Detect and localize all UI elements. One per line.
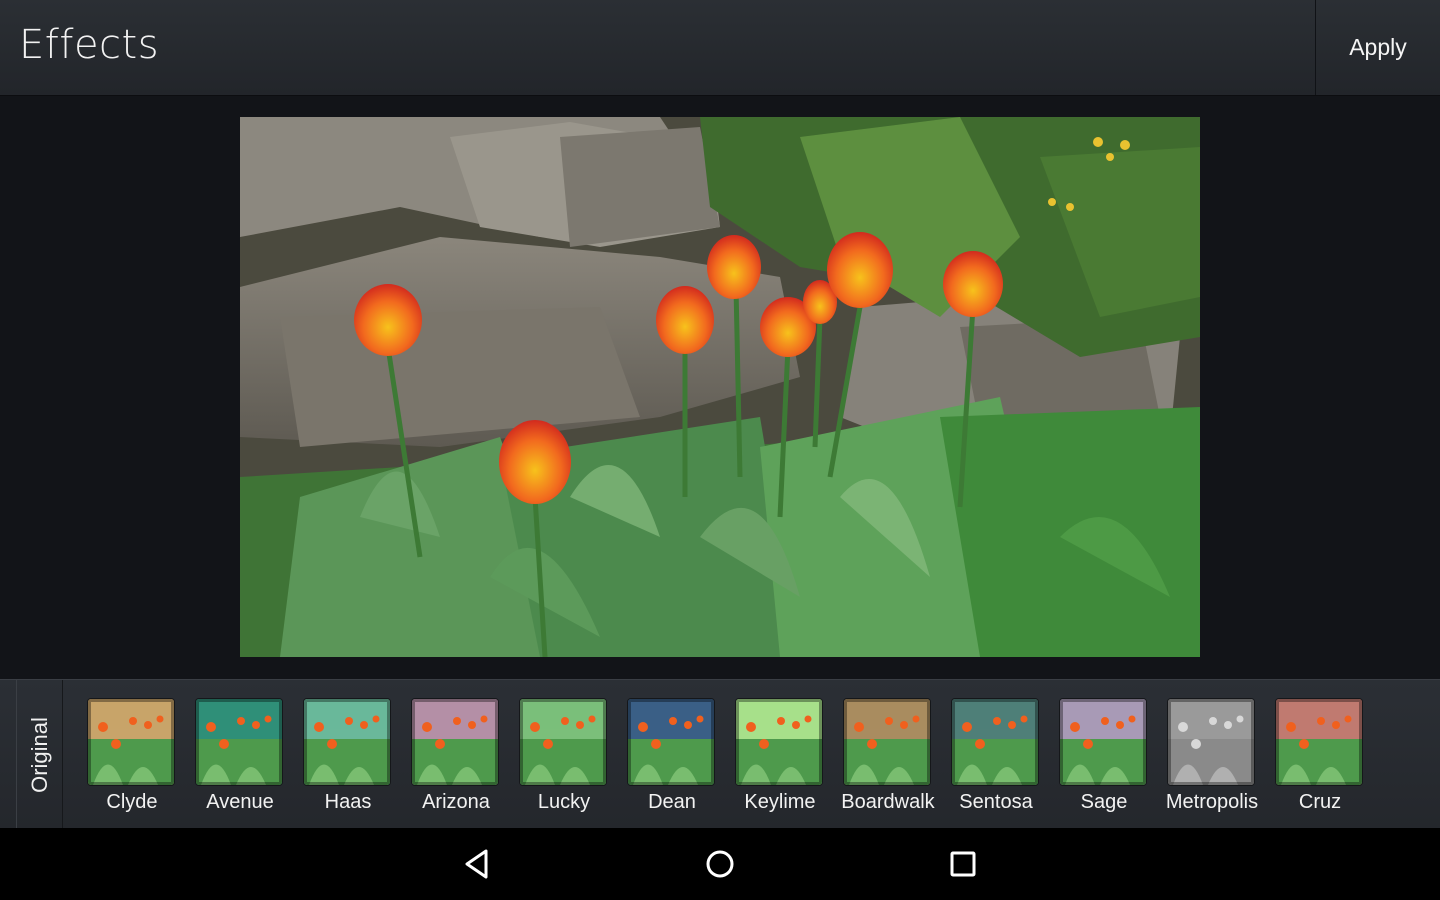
original-button[interactable]: Original [16,680,63,829]
effect-preview-image [736,699,822,785]
effect-preview-image [952,699,1038,785]
home-circle-icon[interactable] [702,846,738,882]
system-navigation-bar [0,828,1440,900]
effect-preview-image [412,699,498,785]
page-title: Effects [19,22,160,68]
effect-preview-image [88,699,174,785]
preview-area [0,96,1440,679]
effect-label: Cruz [1298,791,1342,813]
tulips-photo-image [240,117,1200,657]
effect-preview-image [196,699,282,785]
recents-square-icon[interactable] [945,846,981,882]
apply-button[interactable]: Apply [1315,0,1440,95]
apply-button-label: Apply [1349,34,1407,60]
effect-thumbnail-cruz[interactable]: Cruz [1266,698,1374,826]
effect-preview-image [628,699,714,785]
back-triangle-icon[interactable] [459,846,495,882]
effect-preview-image [1168,699,1254,785]
effects-filmstrip: Original Clyde Avenue Haas Arizona Lucky Dean… [0,679,1440,829]
effect-preview-image [844,699,930,785]
effect-preview-image [304,699,390,785]
effect-preview-image [1276,699,1362,785]
original-label: Original [26,716,52,793]
effects-thumbnail-list: Clyde Avenue Haas Arizona Lucky Dean Keylime Bo… [78,698,1438,828]
preview-photo[interactable] [240,117,1200,657]
effect-preview-image [520,699,606,785]
action-bar: Effects Apply [0,0,1440,96]
effect-preview-image [1060,699,1146,785]
